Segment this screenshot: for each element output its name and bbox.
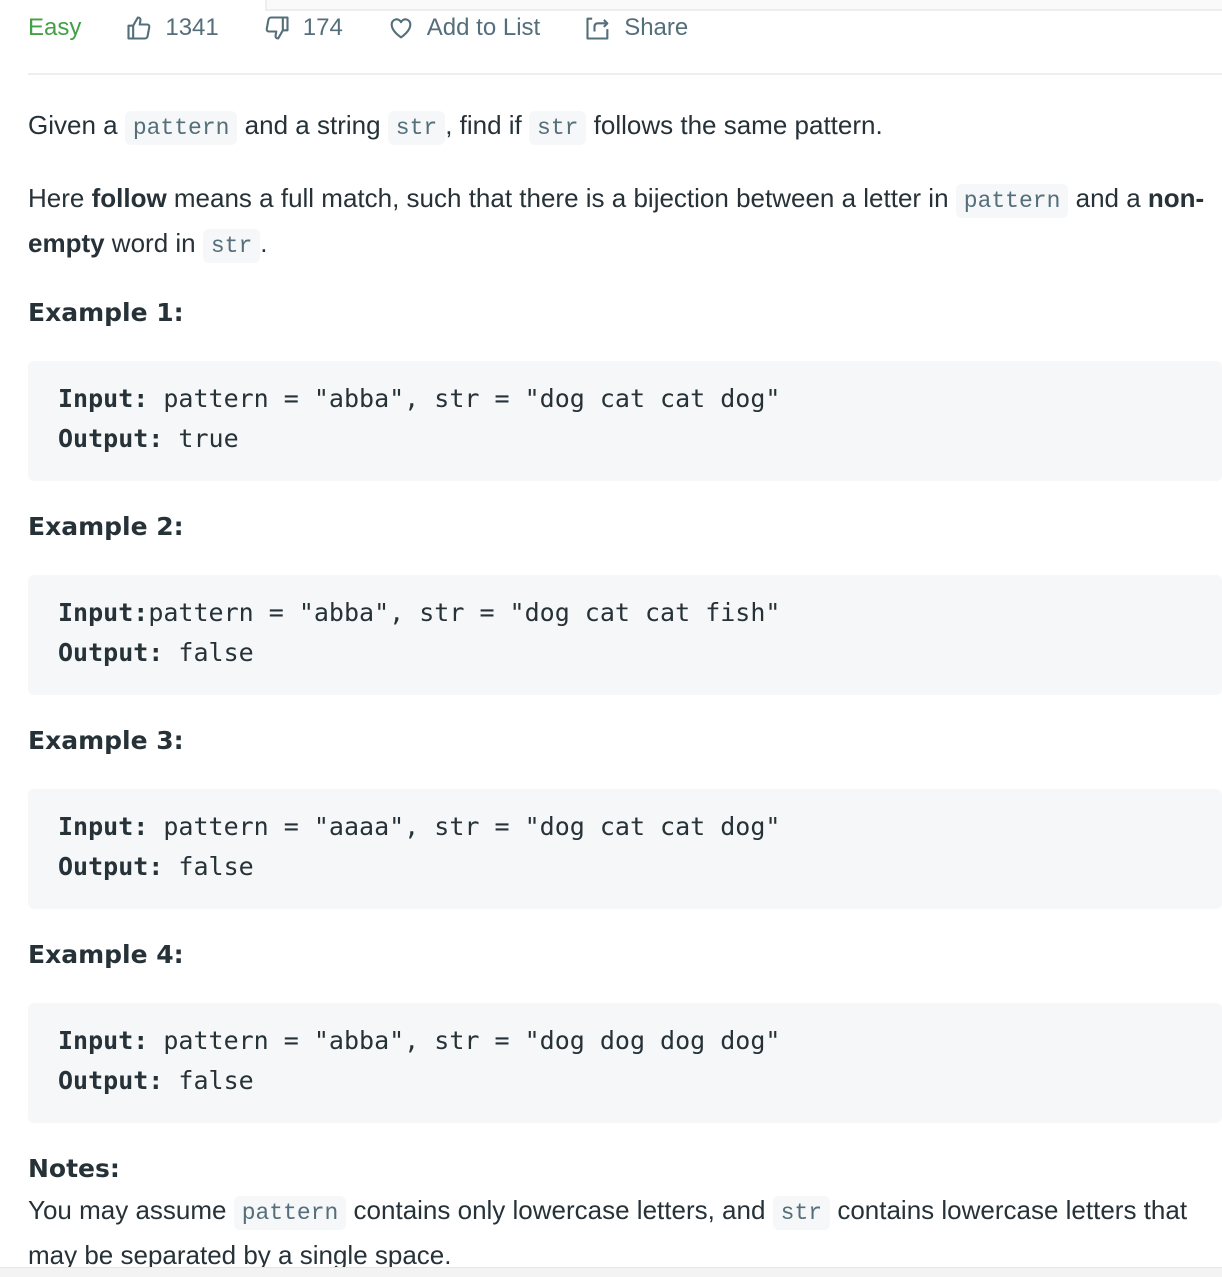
inline-code: str bbox=[202, 229, 261, 263]
output-label: Output: bbox=[58, 424, 164, 453]
output-label: Output: bbox=[58, 852, 164, 881]
example-heading: Example 1: bbox=[28, 298, 184, 327]
problem-meta-bar: Easy 1341 174 Add to List Share bbox=[28, 10, 732, 46]
text: Given a bbox=[28, 110, 125, 140]
input-label: Input: bbox=[58, 384, 149, 413]
description-paragraph-1: Given a pattern and a string str, find i… bbox=[28, 104, 1222, 149]
thumbs-down-icon bbox=[265, 16, 289, 40]
like-button[interactable]: 1341 bbox=[125, 14, 219, 42]
example-2: Example 2: Input:pattern = "abba", str =… bbox=[28, 509, 1222, 695]
text: word in bbox=[104, 228, 203, 258]
notes-heading: Notes: bbox=[28, 1154, 120, 1183]
text: contains only lowercase letters, and bbox=[346, 1195, 773, 1225]
input-label: Input: bbox=[58, 1026, 149, 1055]
input-value: pattern = "abba", str = "dog cat cat fis… bbox=[148, 598, 781, 627]
add-to-list-button[interactable]: Add to List bbox=[387, 14, 540, 42]
difficulty-badge: Easy bbox=[28, 14, 82, 41]
dislike-count: 174 bbox=[302, 14, 343, 41]
meta-divider bbox=[28, 73, 1222, 75]
inline-code: pattern bbox=[124, 111, 238, 145]
inline-code: str bbox=[772, 1196, 831, 1230]
text: follows the same pattern. bbox=[586, 110, 883, 140]
thumbs-up-icon bbox=[127, 16, 151, 40]
output-value: true bbox=[163, 424, 239, 453]
input-value: pattern = "aaaa", str = "dog cat cat dog… bbox=[148, 812, 781, 841]
example-4: Example 4: Input: pattern = "abba", str … bbox=[28, 937, 1222, 1123]
text: , find if bbox=[445, 110, 530, 140]
share-label: Share bbox=[624, 14, 689, 41]
text: and a bbox=[1068, 183, 1148, 213]
share-icon bbox=[586, 17, 609, 40]
text: Here bbox=[28, 183, 92, 213]
inline-code: str bbox=[529, 111, 587, 145]
text: and a string bbox=[237, 110, 388, 140]
example-heading: Example 3: bbox=[28, 726, 184, 755]
example-3: Example 3: Input: pattern = "aaaa", str … bbox=[28, 723, 1222, 909]
input-value: pattern = "abba", str = "dog cat cat dog… bbox=[148, 384, 781, 413]
example-code-block: Input: pattern = "abba", str = "dog dog … bbox=[28, 1003, 1222, 1123]
text: means a full match, such that there is a… bbox=[166, 183, 956, 213]
output-value: false bbox=[163, 852, 254, 881]
dislike-button[interactable]: 174 bbox=[263, 14, 343, 42]
text: You may assume bbox=[28, 1195, 234, 1225]
share-button[interactable]: Share bbox=[584, 14, 688, 42]
output-value: false bbox=[163, 1066, 254, 1095]
input-label: Input: bbox=[58, 812, 149, 841]
problem-description: Given a pattern and a string str, find i… bbox=[28, 104, 1222, 1276]
example-code-block: Input:pattern = "abba", str = "dog cat c… bbox=[28, 575, 1222, 695]
bold-text: follow bbox=[91, 183, 167, 213]
heart-icon bbox=[390, 18, 412, 39]
example-1: Example 1: Input: pattern = "abba", str … bbox=[28, 295, 1222, 481]
notes-paragraph: You may assume pattern contains only low… bbox=[28, 1189, 1222, 1276]
output-label: Output: bbox=[58, 1066, 164, 1095]
input-value: pattern = "abba", str = "dog dog dog dog… bbox=[148, 1026, 781, 1055]
example-heading: Example 2: bbox=[28, 512, 184, 541]
description-paragraph-2: Here follow means a full match, such tha… bbox=[28, 177, 1222, 267]
text: . bbox=[260, 228, 268, 258]
example-code-block: Input: pattern = "abba", str = "dog cat … bbox=[28, 361, 1222, 481]
inline-code: pattern bbox=[233, 1196, 347, 1230]
add-to-list-label: Add to List bbox=[426, 14, 541, 41]
like-count: 1341 bbox=[165, 14, 219, 41]
input-label: Input: bbox=[58, 598, 149, 627]
example-code-block: Input: pattern = "aaaa", str = "dog cat … bbox=[28, 789, 1222, 909]
inline-code: pattern bbox=[955, 184, 1069, 218]
example-heading: Example 4: bbox=[28, 940, 184, 969]
output-label: Output: bbox=[58, 638, 164, 667]
inline-code: str bbox=[387, 111, 446, 145]
output-value: false bbox=[163, 638, 254, 667]
